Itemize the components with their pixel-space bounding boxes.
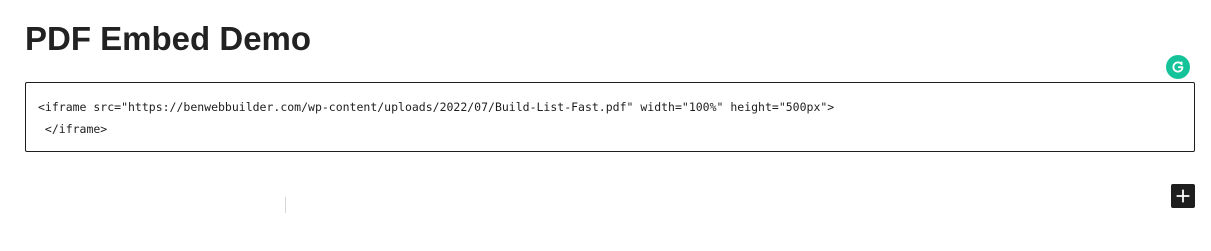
code-line[interactable]: <iframe src="https://benwebbuilder.com/w… xyxy=(38,100,834,114)
grammarly-icon[interactable] xyxy=(1166,55,1190,79)
grammarly-g-glyph xyxy=(1172,61,1184,73)
page-title[interactable]: PDF Embed Demo xyxy=(25,19,311,59)
code-line[interactable]: </iframe> xyxy=(38,122,107,136)
text-cursor xyxy=(285,197,286,213)
plus-icon xyxy=(1176,189,1190,203)
custom-html-code-block[interactable]: <iframe src="https://benwebbuilder.com/w… xyxy=(25,82,1195,152)
add-block-button[interactable] xyxy=(1171,184,1195,208)
